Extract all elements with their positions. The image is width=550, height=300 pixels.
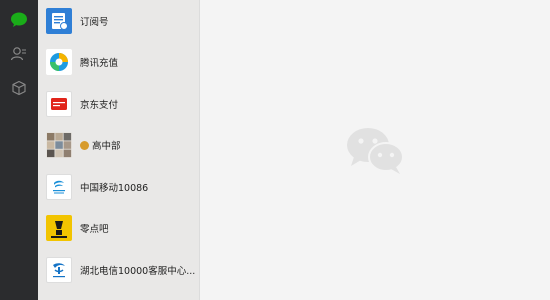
chat-item-label-text: 高中部 <box>92 141 121 153</box>
cube-icon <box>12 80 26 96</box>
chat-item-tencent-recharge[interactable]: 腾讯充值 <box>38 42 199 84</box>
tencent-recharge-logo <box>46 49 72 76</box>
emoji-icon <box>80 140 89 150</box>
group-avatar-icon <box>46 132 72 159</box>
contacts-icon <box>10 47 26 61</box>
chat-item-label: 零点吧 <box>80 224 109 236</box>
chat-item-hubei-telecom[interactable]: 湖北电信10000客服中心... <box>38 249 199 291</box>
chat-item-label: 订阅号 <box>80 16 109 28</box>
chat-item-label: 京东支付 <box>80 99 119 111</box>
chat-item-label: 湖北电信10000客服中心... <box>80 265 195 277</box>
china-mobile-logo <box>46 173 72 200</box>
china-telecom-logo <box>46 256 72 283</box>
chat-item-jd-pay[interactable]: 京东支付 <box>38 83 199 125</box>
chat-panel-empty <box>200 0 550 300</box>
nav-chats-button[interactable] <box>7 8 31 32</box>
nav-contacts-button[interactable] <box>7 42 31 66</box>
chat-list: 订阅号 腾讯充值 京东支付 高中部 中国移动10086 零点吧 湖北电信1000… <box>38 0 200 300</box>
chat-bubble-icon <box>11 12 27 27</box>
subscription-icon <box>46 7 72 34</box>
chat-item-subscriptions[interactable]: 订阅号 <box>38 0 199 42</box>
chat-item-label: 腾讯充值 <box>80 58 119 70</box>
jd-pay-logo <box>46 90 72 117</box>
chat-item-label: 中国移动10086 <box>80 182 149 194</box>
wechat-window: 订阅号 腾讯充值 京东支付 高中部 中国移动10086 零点吧 湖北电信1000… <box>0 0 550 300</box>
chat-item-high-school-group[interactable]: 高中部 <box>38 125 199 167</box>
wechat-logo-icon <box>347 128 404 174</box>
chat-item-lingdianba[interactable]: 零点吧 <box>38 208 199 250</box>
chat-item-china-mobile[interactable]: 中国移动10086 <box>38 166 199 208</box>
chat-item-label: 高中部 <box>80 138 121 152</box>
lingdianba-logo <box>46 215 72 242</box>
nav-favorites-button[interactable] <box>7 76 31 100</box>
nav-rail <box>0 0 38 300</box>
